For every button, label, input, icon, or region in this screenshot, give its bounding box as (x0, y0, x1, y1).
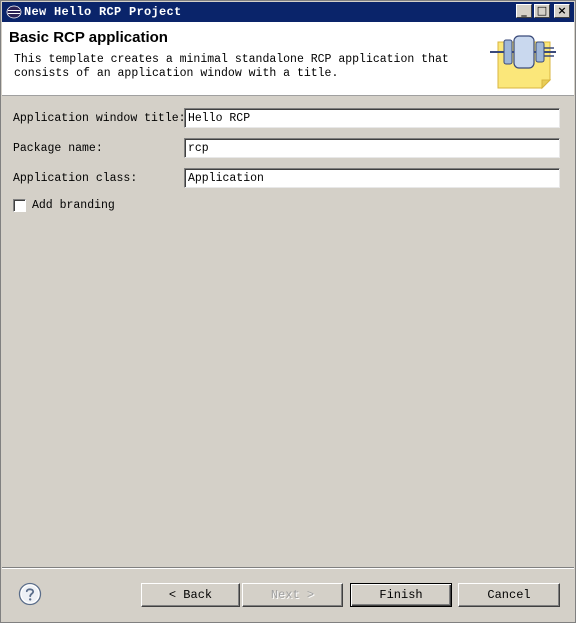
page-description: This template creates a minimal standalo… (14, 53, 449, 80)
plugin-wizard-graphic-icon (490, 35, 556, 90)
next-button[interactable]: Next > (242, 583, 343, 607)
footer-separator (2, 567, 574, 569)
wizard-banner: Basic RCP application This template crea… (2, 22, 574, 96)
window-title: New Hello RCP Project (24, 5, 182, 19)
package-label: Package name: (13, 142, 103, 155)
title-bar[interactable]: New Hello RCP Project _ □ × (2, 2, 574, 22)
add-branding-label[interactable]: Add branding (32, 199, 115, 213)
back-button[interactable]: < Back (141, 583, 240, 607)
maximize-button[interactable]: □ (534, 4, 550, 18)
app-title-label: Application window title: (13, 112, 186, 125)
wizard-dialog: New Hello RCP Project _ □ × Basic RCP ap… (0, 0, 576, 623)
page-title: Basic RCP application (9, 29, 168, 46)
add-branding-checkbox[interactable] (13, 199, 26, 212)
app-title-field[interactable] (184, 108, 560, 128)
minimize-button[interactable]: _ (516, 4, 532, 18)
app-class-label: Application class: (13, 172, 138, 185)
finish-button[interactable]: Finish (350, 583, 452, 607)
cancel-button[interactable]: Cancel (458, 583, 560, 607)
package-field[interactable] (184, 138, 560, 158)
eclipse-icon (6, 5, 22, 19)
help-icon[interactable] (18, 582, 42, 606)
app-class-field[interactable] (184, 168, 560, 188)
close-button[interactable]: × (554, 4, 570, 18)
